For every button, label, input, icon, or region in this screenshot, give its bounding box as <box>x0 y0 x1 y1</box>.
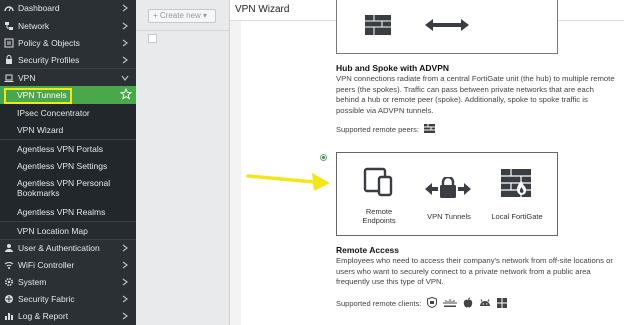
policy-icon <box>4 38 14 48</box>
sidebar-item-label: User & Authentication <box>18 243 100 253</box>
local-fortigate-label: Local FortiGate <box>491 212 543 221</box>
chevron-right-icon <box>120 277 130 287</box>
sidebar-item-log-report[interactable]: Log & Report <box>0 307 136 325</box>
sidebar-item-label: WiFi Controller <box>18 259 75 270</box>
chevron-right-icon <box>120 38 130 48</box>
sidebar-item-dashboard[interactable]: Dashboard <box>0 0 136 16</box>
sidebar-item-vpn-location-map[interactable]: VPN Location Map <box>0 221 136 239</box>
hub-spoke-supported-peers: Supported remote peers: <box>336 124 435 135</box>
sidebar-item-security-profiles[interactable]: Security Profiles <box>0 51 136 68</box>
sidebar-item-wifi-controller[interactable]: WiFi Controller <box>0 256 136 273</box>
sidebar-item-security-fabric[interactable]: Security Fabric <box>0 290 136 307</box>
vpn-wizard-panel: VPN Wizard Hub and Spoke with ADVPN VPN … <box>229 0 624 325</box>
sidebar: Dashboard Network Policy & Objects Secur… <box>0 0 136 325</box>
sidebar-item-user-authentication[interactable]: User & Authentication <box>0 239 136 256</box>
sidebar-item-label: Agentless VPN Settings <box>17 161 108 171</box>
sidebar-item-agentless-vpn-personal-bookmarks[interactable]: Agentless VPN Personal Bookmarks <box>0 175 136 203</box>
sidebar-item-label: Dashboard <box>18 3 60 13</box>
sidebar-item-label: VPN Location Map <box>17 225 88 236</box>
remote-endpoints-icon <box>363 167 393 202</box>
hub-spoke-title: Hub and Spoke with ADVPN <box>336 63 450 73</box>
supported-clients-label: Supported remote clients: <box>336 299 422 308</box>
sidebar-item-label: Policy & Objects <box>18 37 80 48</box>
highlight-box-vpn-tunnels <box>4 88 72 104</box>
vpn-tunnels-label: VPN Tunnels <box>427 212 471 221</box>
hub-spoke-description: VPN connections radiate from a central F… <box>336 74 615 115</box>
remote-access-description: Employees who need to access their compa… <box>336 256 613 286</box>
gear-icon <box>4 277 14 287</box>
chevron-right-icon <box>120 243 130 253</box>
select-all-checkbox[interactable] <box>148 34 157 43</box>
dashboard-icon <box>4 3 14 13</box>
windows-icon <box>497 297 508 310</box>
sidebar-item-label: Security Profiles <box>18 54 80 65</box>
chevron-down-icon <box>120 73 130 83</box>
remote-endpoints-label: Remote Endpoints <box>362 207 396 225</box>
network-icon <box>4 21 14 31</box>
remote-access-option-card[interactable]: Remote Endpoints VPN Tunnels Local Forti… <box>336 152 558 236</box>
vpn-tunnels-lock-icon <box>425 175 471 204</box>
sidebar-item-network[interactable]: Network <box>0 17 136 34</box>
sidebar-item-policy-objects[interactable]: Policy & Objects <box>0 34 136 51</box>
sidebar-item-label: Network <box>18 20 50 31</box>
chevron-right-icon <box>120 311 130 321</box>
chevron-right-icon <box>120 294 130 304</box>
sidebar-item-agentless-vpn-portals[interactable]: Agentless VPN Portals <box>0 139 136 157</box>
sidebar-item-label: Security Fabric <box>18 293 75 304</box>
double-arrow-icon <box>425 17 469 38</box>
chevron-right-icon <box>120 3 130 13</box>
laptop-icon <box>4 73 14 83</box>
chart-icon <box>4 311 14 321</box>
apple-icon <box>463 297 473 310</box>
sidebar-item-label: System <box>18 276 47 287</box>
sidebar-item-label: IPsec Concentrator <box>17 107 90 118</box>
main-content-background <box>136 0 230 325</box>
panel-title: VPN Wizard <box>235 4 290 15</box>
sidebar-item-vpn[interactable]: VPN <box>0 68 136 86</box>
wifi-icon <box>4 260 14 270</box>
lock-icon <box>4 54 14 65</box>
table-header-divider <box>136 30 230 31</box>
yellow-annotation-arrow <box>246 173 330 191</box>
chevron-right-icon <box>120 260 130 270</box>
fabric-icon <box>4 294 14 304</box>
remote-access-supported-clients: Supported remote clients: <box>336 296 508 310</box>
sidebar-item-label: Agentless VPN Portals <box>17 143 103 154</box>
supported-peers-label: Supported remote peers: <box>336 125 419 134</box>
sidebar-item-agentless-vpn-realms[interactable]: Agentless VPN Realms <box>0 203 136 221</box>
firewall-icon <box>365 15 391 40</box>
hub-spoke-option-card[interactable] <box>336 0 558 54</box>
local-fortigate-icon <box>501 169 531 202</box>
panel-left-strip <box>230 21 241 325</box>
chevron-right-icon <box>120 55 130 65</box>
forticlient-icon <box>427 296 438 310</box>
user-icon <box>4 243 14 253</box>
sidebar-item-label: Log & Report <box>18 311 69 321</box>
chevron-right-icon <box>120 21 130 31</box>
create-new-button[interactable]: + Create new ▾ <box>148 9 216 23</box>
cisco-icon <box>443 298 457 310</box>
sidebar-item-label: VPN Wizard <box>17 125 64 135</box>
remote-access-title: Remote Access <box>336 245 399 255</box>
sidebar-item-system[interactable]: System <box>0 273 136 290</box>
fortigate-peer-icon <box>423 124 435 135</box>
android-icon <box>479 298 491 310</box>
sidebar-item-vpn-wizard[interactable]: VPN Wizard <box>0 121 136 139</box>
sidebar-item-agentless-vpn-settings[interactable]: Agentless VPN Settings <box>0 157 136 175</box>
sidebar-item-label: Agentless VPN Realms <box>17 207 106 217</box>
star-icon[interactable] <box>119 87 133 100</box>
sidebar-item-ipsec-concentrator[interactable]: IPsec Concentrator <box>0 104 136 121</box>
sidebar-item-label: VPN <box>18 72 36 83</box>
sidebar-item-label: Agentless VPN Personal Bookmarks <box>17 178 111 198</box>
remote-access-radio[interactable] <box>320 154 327 161</box>
